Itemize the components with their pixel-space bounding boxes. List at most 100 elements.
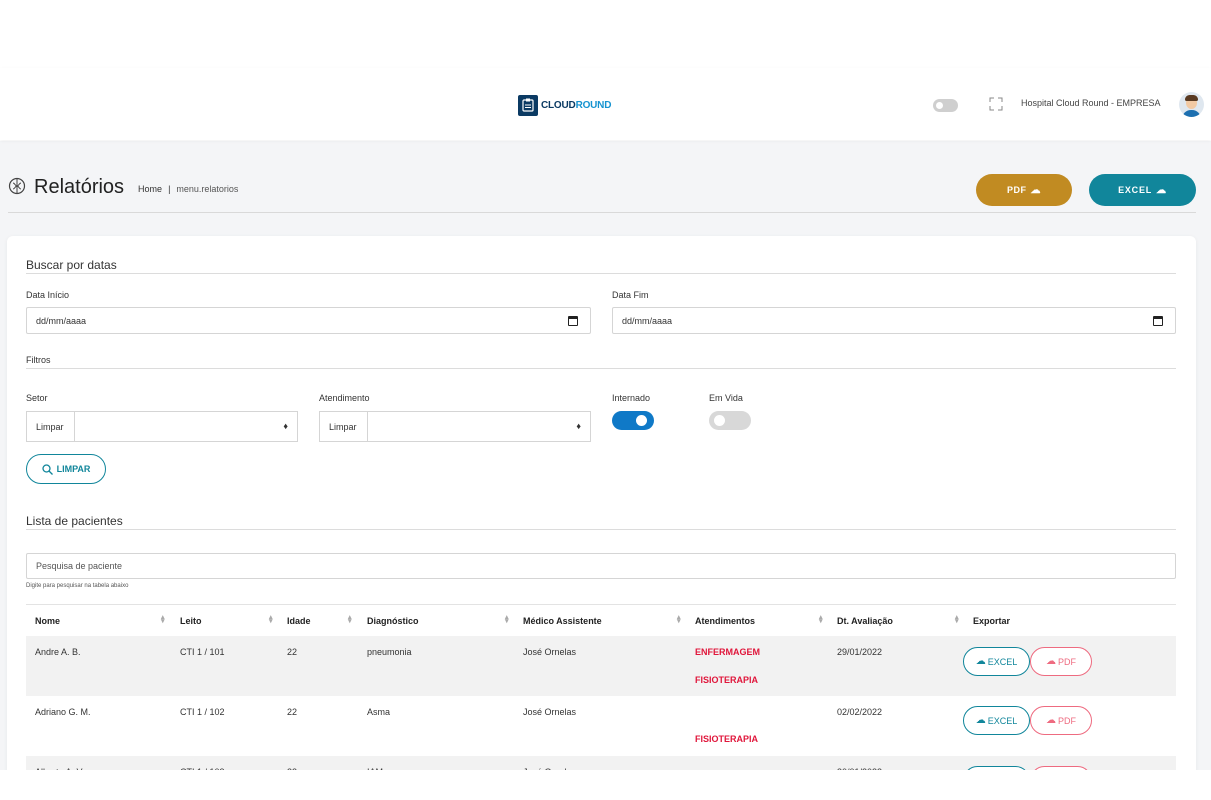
cloud-download-icon: ☁: [1156, 184, 1167, 196]
breadcrumb-separator: |: [168, 184, 171, 194]
cell-diagnostico: Asma: [367, 707, 391, 717]
setor-clear-prefix[interactable]: Limpar: [26, 411, 74, 442]
top-navbar: CLOUDROUND Hospital Cloud Round - EMPRES…: [0, 68, 1211, 140]
logo-icon: [518, 94, 538, 116]
col-leito[interactable]: Leito: [180, 616, 202, 626]
col-nome[interactable]: Nome: [35, 616, 60, 626]
cell-data: 29/01/2022: [837, 647, 883, 657]
report-card: Buscar por datas Data Início dd/mm/aaaa …: [7, 236, 1196, 776]
start-date-value: dd/mm/aaaa: [36, 315, 87, 326]
atendimento-label: Atendimento: [319, 393, 370, 403]
atendimento-tag[interactable]: FISIOTERAPIA: [695, 734, 758, 744]
breadcrumb: Home | menu.relatorios: [138, 184, 238, 194]
row-export-pdf-label: PDF: [1058, 715, 1076, 726]
cloud-download-icon: ☁: [1046, 656, 1056, 667]
sort-icon[interactable]: ▴ ▾: [348, 614, 352, 625]
start-date-label: Data Início: [26, 290, 70, 300]
table-row[interactable]: Adriano G. M. CTI 1 / 102 22 Asma José O…: [26, 696, 1176, 756]
sort-icon[interactable]: ▴ ▾: [505, 614, 509, 625]
col-medico[interactable]: Médico Assistente: [523, 616, 602, 626]
export-pdf-label: PDF: [1007, 185, 1027, 195]
row-export-pdf-label: PDF: [1058, 656, 1076, 667]
toggle-knob: [714, 415, 725, 426]
patients-title: Lista de pacientes: [26, 514, 123, 528]
cell-nome: Adriano G. M.: [35, 707, 91, 717]
logo-text-part1: CLOUD: [541, 99, 576, 111]
table-header: Nome ▴ ▾ Leito ▴ ▾ Idade ▴ ▾ Diagnóstico ▴ ▾…: [26, 604, 1176, 636]
cell-idade: 22: [287, 647, 298, 657]
clear-filters-label: LIMPAR: [56, 464, 91, 474]
cell-idade: 22: [287, 707, 298, 717]
page-title: Relatórios: [34, 175, 125, 198]
col-diagnostico[interactable]: Diagnóstico: [367, 616, 419, 626]
search-hint: Digite para pesquisar na tabela abaixo: [26, 583, 129, 589]
avatar-hair: [1185, 95, 1198, 101]
brain-icon: [8, 177, 28, 197]
sort-icon[interactable]: ▴ ▾: [677, 614, 681, 625]
cloudround-logo[interactable]: CLOUDROUND: [518, 94, 611, 116]
patient-search-placeholder: Pesquisa de paciente: [36, 561, 123, 571]
cell-medico: José Ornelas: [523, 647, 577, 657]
sort-icon[interactable]: ▴ ▾: [819, 614, 823, 625]
end-date-input[interactable]: dd/mm/aaaa: [612, 307, 1176, 334]
toggle-knob: [636, 415, 647, 426]
cell-leito: CTI 1 / 102: [180, 707, 225, 717]
user-avatar[interactable]: [1179, 92, 1204, 117]
export-pdf-button[interactable]: PDF ☁: [976, 174, 1072, 206]
breadcrumb-current: menu.relatorios: [176, 184, 239, 194]
atendimento-select-group: Limpar: [319, 411, 591, 442]
export-excel-label: EXCEL: [1118, 185, 1153, 195]
sort-icon[interactable]: ▴ ▾: [269, 614, 273, 625]
table-row[interactable]: Andre A. B. CTI 1 / 101 22 pneumonia Jos…: [26, 636, 1176, 696]
atendimento-tag[interactable]: FISIOTERAPIA: [695, 675, 758, 685]
logo-text: CLOUDROUND: [541, 100, 611, 111]
search-icon: [41, 463, 53, 475]
col-atendimentos[interactable]: Atendimentos: [695, 616, 755, 626]
atendimento-clear-prefix[interactable]: Limpar: [319, 411, 367, 442]
cell-medico: José Ornelas: [523, 707, 577, 717]
end-date-label: Data Fim: [612, 290, 649, 300]
sort-icon[interactable]: ▴ ▾: [161, 614, 165, 625]
theme-toggle[interactable]: [933, 99, 958, 112]
fullscreen-icon[interactable]: [989, 97, 1003, 111]
start-date-input[interactable]: dd/mm/aaaa: [26, 307, 591, 334]
atendimento-tag[interactable]: ENFERMAGEM: [695, 647, 760, 657]
breadcrumb-home[interactable]: Home: [138, 184, 162, 194]
cloud-download-icon: ☁: [975, 715, 986, 726]
export-excel-button[interactable]: EXCEL ☁: [1089, 174, 1196, 206]
row-export-pdf-button[interactable]: ☁PDF: [1030, 706, 1092, 735]
col-idade[interactable]: Idade: [287, 616, 311, 626]
bottom-whitespace: [0, 770, 1211, 800]
avatar-body: [1182, 110, 1201, 117]
logo-text-part2: ROUND: [575, 99, 612, 111]
atendimento-select[interactable]: [367, 411, 591, 442]
hospital-name[interactable]: Hospital Cloud Round - EMPRESA: [1021, 98, 1161, 108]
row-export-pdf-button[interactable]: ☁PDF: [1030, 647, 1092, 676]
cell-data: 02/02/2022: [837, 707, 883, 717]
clear-filters-button[interactable]: LIMPAR: [26, 454, 106, 484]
setor-select-group: Limpar: [26, 411, 298, 442]
cloud-download-icon: ☁: [1030, 184, 1041, 196]
em-vida-label: Em Vida: [709, 393, 743, 403]
cell-nome: Andre A. B.: [35, 647, 81, 657]
cell-leito: CTI 1 / 101: [180, 647, 225, 657]
end-date-value: dd/mm/aaaa: [622, 315, 673, 326]
search-dates-title: Buscar por datas: [26, 258, 117, 272]
calendar-icon[interactable]: [1153, 316, 1163, 326]
row-export-excel-button[interactable]: ☁EXCEL: [963, 706, 1030, 735]
row-export-excel-label: EXCEL: [987, 656, 1018, 667]
col-exportar: Exportar: [973, 615, 1011, 626]
sort-icon[interactable]: ▴ ▾: [955, 614, 959, 625]
internado-toggle[interactable]: [612, 411, 654, 430]
row-export-excel-label: EXCEL: [987, 715, 1018, 726]
filters-title: Filtros: [26, 355, 51, 365]
section-divider: [26, 529, 1176, 530]
row-export-excel-button[interactable]: ☁EXCEL: [963, 647, 1030, 676]
col-data-avaliacao[interactable]: Dt. Avaliação: [837, 616, 893, 626]
em-vida-toggle[interactable]: [709, 411, 751, 430]
patient-search-input[interactable]: Pesquisa de paciente: [26, 553, 1176, 579]
header-divider: [8, 212, 1196, 213]
setor-select[interactable]: [74, 411, 298, 442]
calendar-icon[interactable]: [568, 316, 578, 326]
cloud-download-icon: ☁: [1046, 715, 1056, 726]
